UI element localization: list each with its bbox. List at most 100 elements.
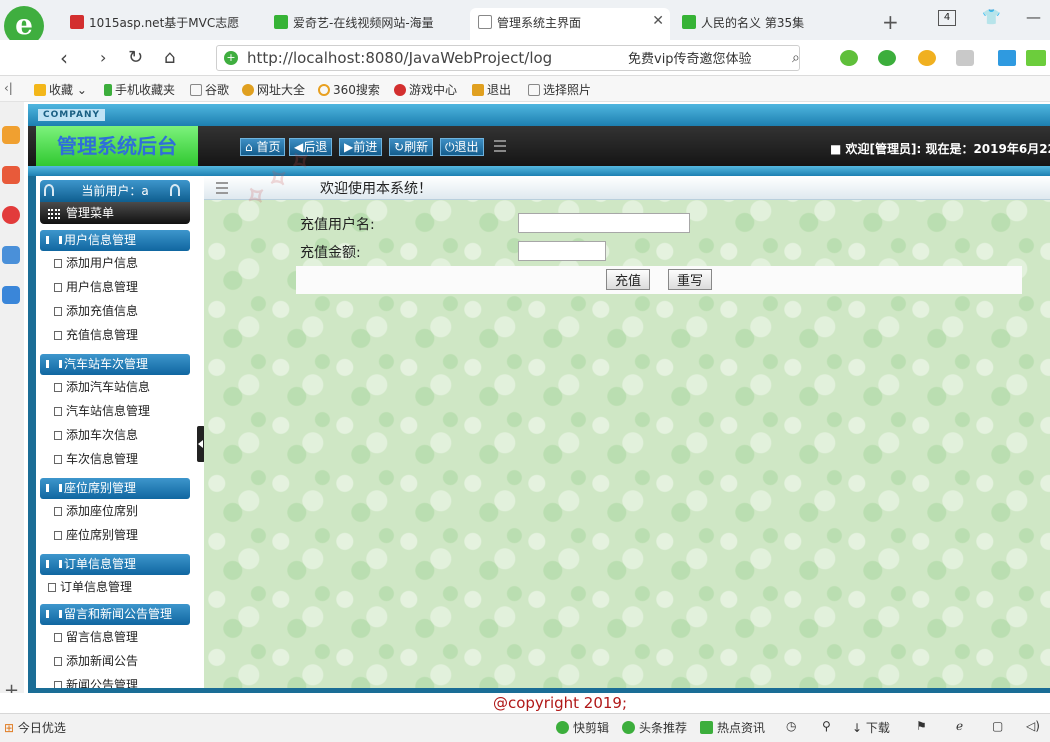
collapse-icon[interactable]: ‹| (4, 81, 13, 95)
page-icon (478, 15, 492, 29)
ie-icon[interactable]: ℯ (956, 719, 963, 733)
shield-icon: + (224, 51, 238, 65)
speaker-icon[interactable]: ◁) (1026, 719, 1040, 733)
browser-tab-3-active[interactable]: 管理系统主界面 ✕ (470, 8, 670, 44)
section-header[interactable]: 订单信息管理 (40, 554, 190, 575)
admin-header: 管理系统后台 ⌂ 首页 ◀后退 ▶前进 ↻刷新 ⏻退出 ■ 欢迎[管理员]: 现… (28, 126, 1050, 166)
header-strip (28, 166, 1050, 176)
menu-recharge-management[interactable]: 充值信息管理 (40, 323, 190, 347)
nav-refresh-button[interactable]: ↻刷新 (389, 138, 434, 156)
bookmarks-bar: ‹| 收藏 ⌄ 手机收藏夹 谷歌 网址大全 360搜索 游戏中心 退出 选择照片 (0, 76, 1050, 102)
nav-home-button[interactable]: ⌂ 首页 (240, 138, 286, 156)
status-today-picks[interactable]: ⊞ 今日优选 (4, 719, 66, 736)
browser-tab-2[interactable]: 爱奇艺-在线视频网站-海量 (266, 8, 450, 38)
menu-add-seat[interactable]: 添加座位席别 (40, 499, 190, 523)
news-icon[interactable] (2, 166, 20, 184)
section-header[interactable]: 座位席别管理 (40, 478, 190, 499)
tab-count-badge[interactable]: 4 (938, 10, 956, 26)
promo-text[interactable]: 免费vip传奇邀您体验 (628, 48, 752, 67)
bookmark-games[interactable]: 游戏中心 (394, 81, 457, 98)
home-icon: ⌂ (245, 140, 253, 154)
status-download[interactable]: ↓ 下载 (852, 719, 890, 736)
nav-forward-button[interactable]: ▶前进 (339, 138, 383, 156)
flag-icon[interactable]: ⚑ (916, 719, 927, 733)
bookmark-favorites[interactable]: 收藏 ⌄ (34, 81, 87, 98)
amount-input[interactable] (518, 241, 606, 261)
window-icon[interactable]: ▢ (992, 719, 1003, 733)
menu-add-user[interactable]: 添加用户信息 (40, 251, 190, 275)
weibo-icon[interactable] (2, 206, 20, 224)
welcome-info: ■ 欢迎[管理员]: 现在是：2019年6月22日 (830, 142, 1050, 156)
menu-icon[interactable] (494, 140, 506, 152)
menu-news-management[interactable]: 新闻公告管理 (40, 673, 190, 688)
section-header[interactable]: 汽车站车次管理 (40, 354, 190, 375)
menu-station-management[interactable]: 汽车站信息管理 (40, 399, 190, 423)
close-tab-icon[interactable]: ✕ (652, 13, 664, 29)
menu-add-recharge[interactable]: 添加充值信息 (40, 299, 190, 323)
arrow-right-icon: ▶ (344, 140, 354, 154)
menu-message-management[interactable]: 留言信息管理 (40, 625, 190, 649)
bookmark-mobile[interactable]: 手机收藏夹 (104, 81, 175, 98)
welcome-text: 欢迎使用本系统！ (320, 181, 432, 197)
section-bus-management: 汽车站车次管理 添加汽车站信息 汽车站信息管理 添加车次信息 车次信息管理 (40, 354, 190, 471)
company-bar: COMPANY (28, 104, 1050, 126)
home-icon[interactable]: ⌂ (164, 47, 175, 68)
bookmark-hao[interactable]: 网址大全 (242, 81, 305, 98)
menu-trip-management[interactable]: 车次信息管理 (40, 447, 190, 471)
play-icon (556, 721, 569, 734)
refresh-icon: ↻ (394, 140, 405, 154)
clock-icon[interactable]: ◷ (786, 719, 796, 733)
battery-icon[interactable] (1026, 50, 1046, 66)
current-user-label: 当前用户：a (40, 180, 190, 202)
bookmark-360search[interactable]: 360搜索 (318, 81, 380, 98)
browser-tabbar: e 1015asp.net基于MVC志愿 爱奇艺-在线视频网站-海量 管理系统主… (0, 0, 1050, 46)
skin-icon[interactable]: 👕 (982, 8, 1001, 26)
bookmark-google[interactable]: 谷歌 (190, 81, 229, 98)
menu-user-management[interactable]: 用户信息管理 (40, 275, 190, 299)
ring-icon (44, 184, 54, 196)
menu-add-trip[interactable]: 添加车次信息 (40, 423, 190, 447)
minimize-icon[interactable]: — (1026, 8, 1041, 26)
forward-arrow-icon[interactable]: › (100, 48, 106, 67)
browser-tab-1[interactable]: 1015asp.net基于MVC志愿 (62, 8, 248, 38)
reload-icon[interactable]: ↻ (128, 47, 143, 68)
status-hot-news[interactable]: 热点资讯 (700, 719, 765, 736)
recharge-submit-button[interactable]: 充值 (606, 269, 651, 290)
iqiyi-icon (682, 15, 696, 29)
apps-icon[interactable] (998, 50, 1016, 66)
search-icon[interactable]: ⌕ (792, 50, 800, 66)
menu-order-management[interactable]: 订单信息管理 (40, 575, 190, 599)
nav-logout-button[interactable]: ⏻退出 (440, 138, 484, 156)
360-icon (318, 84, 330, 96)
bookmark-exit[interactable]: 退出 (472, 81, 511, 98)
menu-add-station[interactable]: 添加汽车站信息 (40, 375, 190, 399)
site-icon (70, 15, 84, 29)
coin-icon[interactable] (918, 50, 936, 66)
list-icon (216, 182, 228, 194)
menu-seat-management[interactable]: 座位席别管理 (40, 523, 190, 547)
scissors-icon[interactable] (840, 50, 858, 66)
back-arrow-icon[interactable]: ‹ (60, 46, 68, 70)
rss-icon[interactable] (2, 126, 20, 144)
status-quick-edit[interactable]: 快剪辑 (556, 719, 609, 736)
mail-icon[interactable] (2, 246, 20, 264)
pin-icon[interactable]: ⚲ (822, 719, 831, 733)
translate-icon[interactable] (878, 50, 896, 66)
phone-icon (104, 84, 112, 96)
new-tab-icon[interactable]: + (882, 10, 899, 34)
browser-tab-4[interactable]: 人民的名义 第35集 (674, 8, 870, 38)
section-seat-management: 座位席别管理 添加座位席别 座位席别管理 (40, 478, 190, 547)
section-order-management: 订单信息管理 订单信息管理 (40, 554, 190, 599)
bookmark-photos[interactable]: 选择照片 (528, 81, 591, 98)
notes-icon[interactable] (2, 286, 20, 304)
form-button-row: 充值 重写 (296, 266, 1022, 294)
menu-add-news[interactable]: 添加新闻公告 (40, 649, 190, 673)
status-headlines[interactable]: 头条推荐 (622, 719, 687, 736)
nav-back-button[interactable]: ◀后退 (289, 138, 333, 156)
username-input[interactable] (518, 213, 690, 233)
section-header[interactable]: 留言和新闻公告管理 (40, 604, 190, 625)
reset-button[interactable]: 重写 (668, 269, 713, 290)
section-header[interactable]: 用户信息管理 (40, 230, 190, 251)
image-icon[interactable] (956, 50, 974, 66)
arrow-left-icon: ◀ (294, 140, 304, 154)
